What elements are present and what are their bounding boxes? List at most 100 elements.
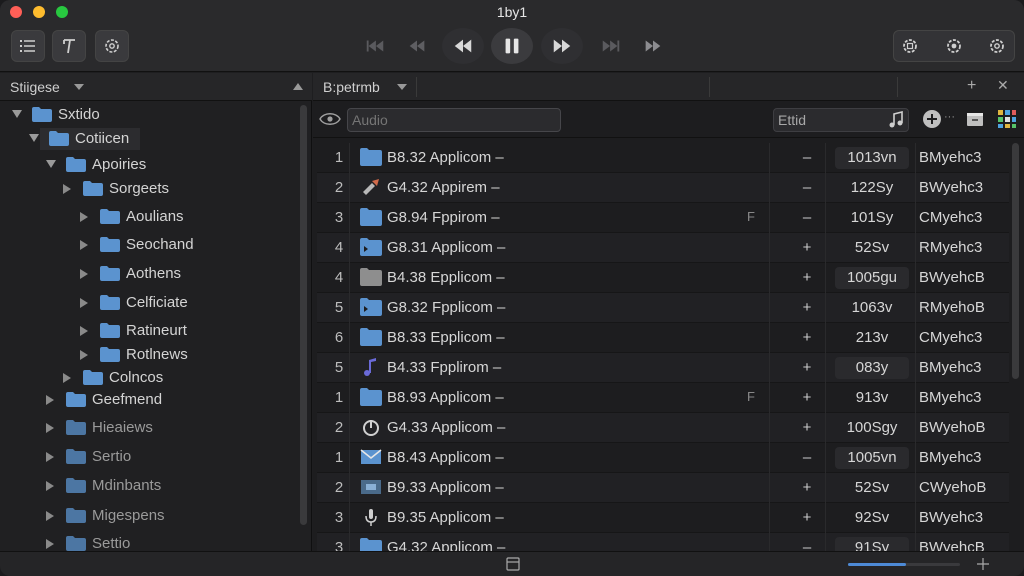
sidebar-tree-item[interactable]: Geefmend <box>0 389 296 411</box>
sidebar-title[interactable]: Stiigese <box>10 79 60 95</box>
skip-forward-button[interactable] <box>592 28 630 64</box>
table-row[interactable]: 4 G8.31 Applicom – +52Sv RMyehc3 <box>317 233 1009 263</box>
sidebar-tree-item[interactable]: Aothens <box>0 263 296 285</box>
disclosure-closed-icon[interactable] <box>46 452 54 462</box>
gear-button-1[interactable] <box>893 30 927 62</box>
table-row[interactable]: 3 B9.35 Applicom – +92Sv BWyehc3 <box>317 503 1009 533</box>
split-view-icon[interactable] <box>976 557 990 571</box>
table-row[interactable]: 2 G4.33 Applicom – +100Sgy BWyehoB <box>317 413 1009 443</box>
column-divider <box>825 233 826 263</box>
disclosure-closed-icon[interactable] <box>63 373 71 383</box>
sidebar-tree-item[interactable]: Cotiicen <box>29 128 140 150</box>
disclosure-closed-icon[interactable] <box>46 511 54 521</box>
progress-fill <box>848 563 907 566</box>
table-row[interactable]: 1 B8.32 Applicom – – 1013vn BMyehc3 <box>317 143 1009 173</box>
column-divider <box>915 473 916 503</box>
table-row[interactable]: 5 B4.33 Fpplirom – +083y BMyehc3 <box>317 353 1009 383</box>
file-owner: RMyehoB <box>919 299 985 316</box>
sidebar-tree-item[interactable]: Sxtido <box>0 104 296 126</box>
file-size: 52Sv <box>854 239 890 256</box>
table-row[interactable]: 2 B9.33 Applicom – +52Sv CWyehoB <box>317 473 1009 503</box>
table-row[interactable]: 4 B4.38 Epplicom – +1005gu BWyehcB <box>317 263 1009 293</box>
sidebar-tree-item[interactable]: Migespens <box>0 505 296 527</box>
row-number: 1 <box>334 449 344 466</box>
text-style-button[interactable] <box>52 30 86 62</box>
file-status: – <box>802 209 812 226</box>
more-icon[interactable]: ··· <box>944 111 955 123</box>
disclosure-closed-icon[interactable] <box>80 298 88 308</box>
tab-browser[interactable]: B:petrmb <box>323 79 380 95</box>
disclosure-closed-icon[interactable] <box>46 539 54 549</box>
next-button[interactable] <box>541 28 583 64</box>
table-row[interactable]: 3 G4.32 Applicom – – 91Sy BWyehcB <box>317 533 1009 551</box>
folder-icon <box>360 328 382 346</box>
add-tab-button[interactable]: + <box>967 77 976 95</box>
kind-filter-select[interactable]: Ettid <box>773 108 909 132</box>
sidebar-tree-item[interactable]: Mdinbants <box>0 475 296 497</box>
document-icon[interactable] <box>506 557 520 571</box>
disclosure-closed-icon[interactable] <box>80 326 88 336</box>
sidebar-tree-item[interactable]: Hieaiews <box>0 417 296 439</box>
disclosure-closed-icon[interactable] <box>80 212 88 222</box>
disclosure-closed-icon[interactable] <box>63 184 71 194</box>
chevron-down-icon[interactable] <box>74 84 84 90</box>
table-row[interactable]: 1 B8.43 Applicom – – 1005vn BMyehc3 <box>317 443 1009 473</box>
list-view-button[interactable] <box>11 30 45 62</box>
disclosure-closed-icon[interactable] <box>46 423 54 433</box>
sidebar-tree-item[interactable]: Seochand <box>0 234 296 256</box>
fast-forward-button[interactable] <box>634 28 672 64</box>
search-input[interactable] <box>347 108 561 132</box>
pause-button[interactable] <box>491 28 533 64</box>
image-icon <box>361 480 381 494</box>
add-circle-icon[interactable] <box>923 110 941 128</box>
disclosure-closed-icon[interactable] <box>80 269 88 279</box>
close-tab-button[interactable]: ✕ <box>997 77 1009 94</box>
disclosure-closed-icon[interactable] <box>46 395 54 405</box>
sidebar-tree-item[interactable]: Aoulians <box>0 206 296 228</box>
sidebar-tree-item[interactable]: Celficiate <box>0 292 296 314</box>
sidebar-tree-item[interactable]: Apoiries <box>0 154 296 176</box>
progress-bar <box>848 563 960 566</box>
disclosure-open-icon[interactable] <box>12 110 22 118</box>
table-row[interactable]: 2 G4.32 Appirem – – 122Sy BWyehc3 <box>317 173 1009 203</box>
sidebar-tree-item-label: Geefmend <box>92 391 163 408</box>
previous-button[interactable] <box>442 28 484 64</box>
sidebar-tree-item[interactable]: Ratineurt <box>0 320 296 342</box>
column-divider <box>825 533 826 551</box>
row-number: 4 <box>334 239 344 256</box>
disclosure-closed-icon[interactable] <box>46 481 54 491</box>
eye-icon[interactable] <box>319 111 341 127</box>
sidebar-tree-item[interactable]: Sorgeets <box>0 178 296 200</box>
table-row[interactable]: 6 B8.33 Epplicom – +213v CMyehc3 <box>317 323 1009 353</box>
disclosure-open-icon[interactable] <box>29 134 39 142</box>
sidebar-tree-item-label: Hieaiews <box>92 419 153 436</box>
disclosure-open-icon[interactable] <box>46 160 56 168</box>
disclosure-closed-icon[interactable] <box>80 350 88 360</box>
table-row[interactable]: 3 G8.94 Fppirom – F – 101Sy CMyehc3 <box>317 203 1009 233</box>
mail-icon <box>360 449 382 464</box>
sidebar-tree-item[interactable]: Colncos <box>0 367 296 389</box>
disclosure-closed-icon[interactable] <box>80 240 88 250</box>
table-scrollbar[interactable] <box>1012 143 1019 379</box>
column-divider <box>769 203 770 233</box>
skip-back-button[interactable] <box>356 28 394 64</box>
gear-button-3[interactable] <box>980 30 1014 62</box>
table-row[interactable]: 5 G8.32 Fpplicom – +1063v RMyehoB <box>317 293 1009 323</box>
table-row[interactable]: 1 B8.93 Applicom – F +913v BMyehc3 <box>317 383 1009 413</box>
sidebar-tree-item[interactable]: Sertio <box>0 446 296 468</box>
color-grid-icon[interactable] <box>997 109 1017 129</box>
rewind-button[interactable] <box>398 28 436 64</box>
column-divider <box>769 443 770 473</box>
chevron-up-icon[interactable] <box>293 83 303 90</box>
column-divider <box>349 143 350 173</box>
gear-button-2[interactable] <box>937 30 971 62</box>
settings-button[interactable] <box>95 30 129 62</box>
gear-icon <box>947 39 961 53</box>
folder-alias-icon <box>360 238 382 256</box>
archive-icon[interactable] <box>966 110 984 128</box>
chevron-down-icon[interactable] <box>397 84 407 90</box>
sidebar-tree-item[interactable]: Rotlnews <box>0 344 296 366</box>
file-status: – <box>802 449 812 466</box>
sidebar-scrollbar[interactable] <box>300 105 307 525</box>
column-divider <box>825 413 826 443</box>
